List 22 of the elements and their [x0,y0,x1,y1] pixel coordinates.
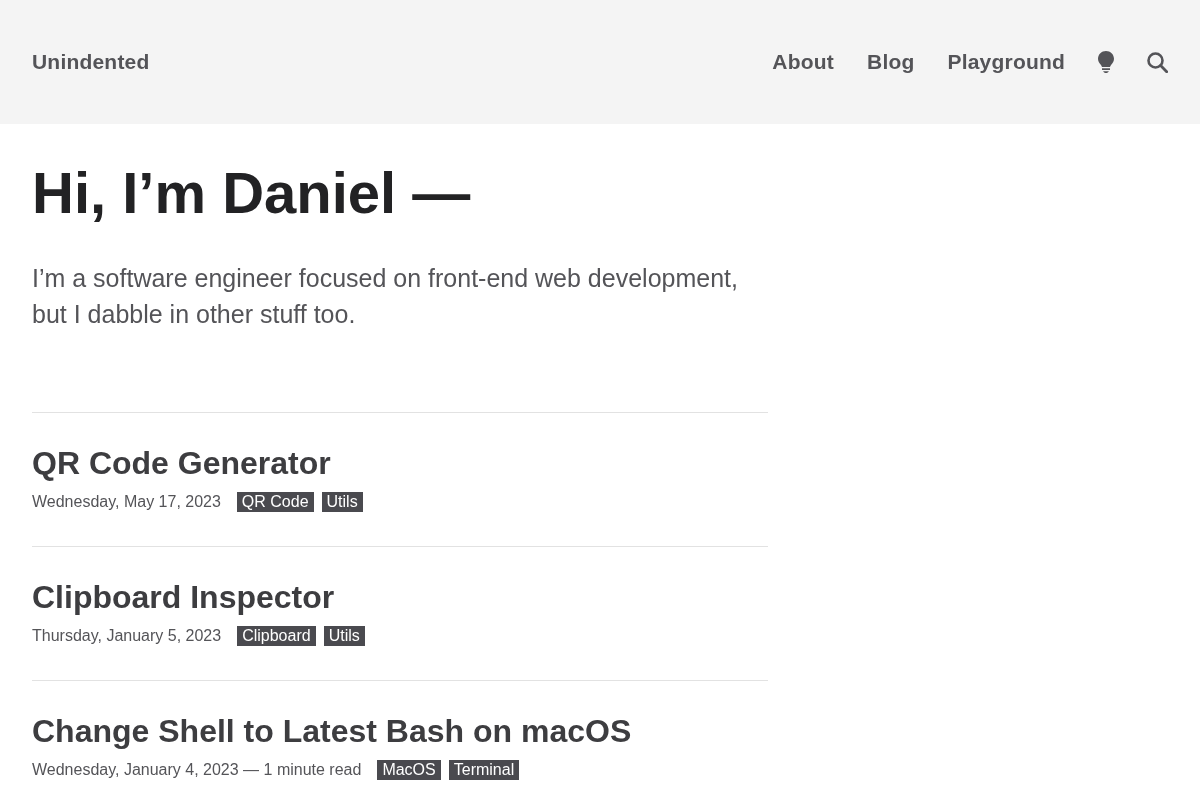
search-icon [1147,51,1168,73]
post-meta: Wednesday, May 17, 2023 [32,493,221,511]
tag-link[interactable]: Terminal [448,760,520,780]
tag-link[interactable]: MacOS [377,760,441,780]
lightbulb-button[interactable] [1098,51,1114,73]
tag-link[interactable]: QR Code [236,492,314,512]
lightbulb-icon [1098,51,1114,73]
tag-link[interactable]: Utils [323,626,365,646]
tag-link[interactable]: Clipboard [237,626,316,646]
nav-link[interactable]: Blog [867,50,915,74]
nav-link[interactable]: About [772,50,834,74]
tag-link[interactable]: Utils [321,492,363,512]
search-button[interactable] [1147,51,1168,73]
nav-link[interactable]: Playground [947,50,1065,74]
page-heading: Hi, I’m Daniel — [32,159,471,227]
post-title-link[interactable]: Clipboard Inspector [32,577,335,617]
post-title-link[interactable]: QR Code Generator [32,443,331,483]
post-meta: Thursday, January 5, 2023 [32,627,222,645]
site-logo[interactable]: Unindented [32,50,150,74]
post-title-link[interactable]: Change Shell to Latest Bash on macOS [32,711,632,751]
post-meta: Wednesday, January 4, 2023 — 1 minute read [32,761,362,779]
intro-paragraph: I’m a software engineer focused on front-end web development, but I dabble in other stuff too. [32,263,739,330]
